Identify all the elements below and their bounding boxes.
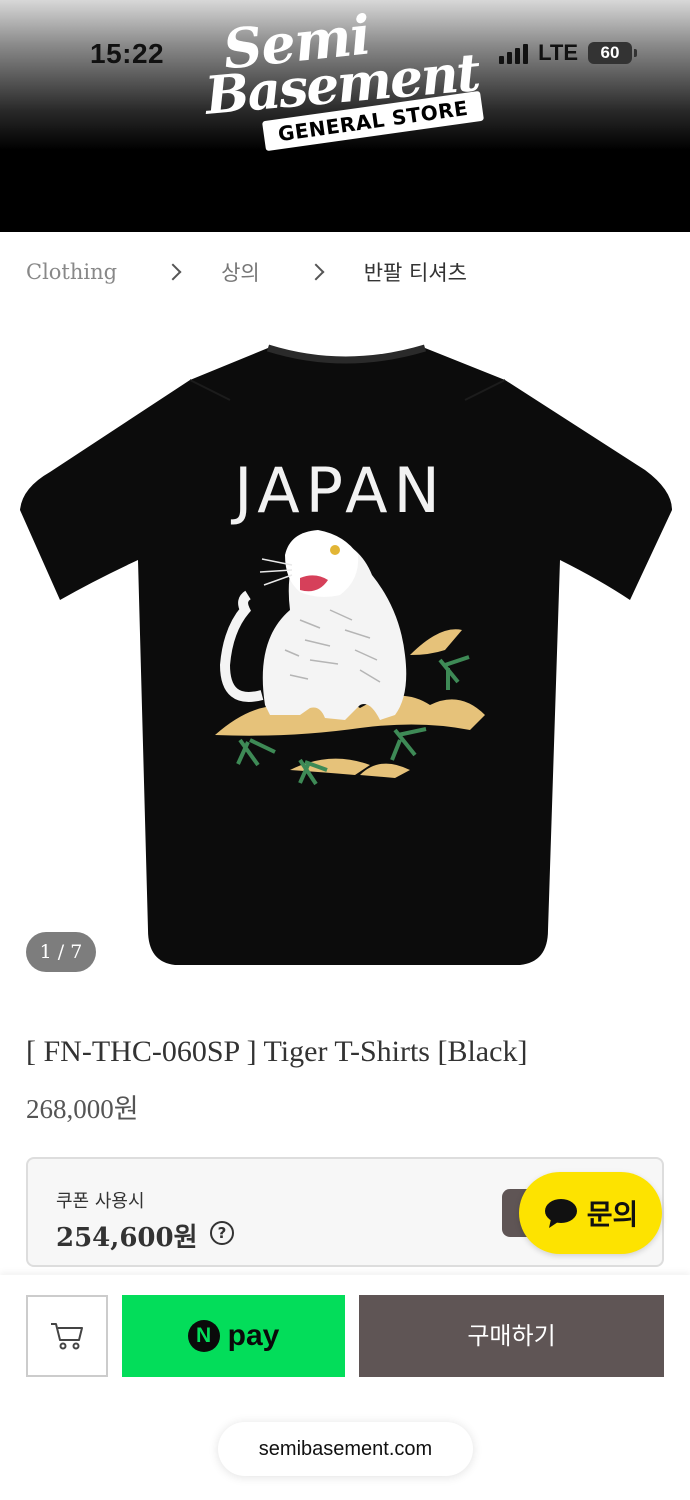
product-image[interactable]: JAPAN [0,310,690,1000]
image-counter: 1 / 7 [26,932,96,972]
coupon-label: 쿠폰 사용시 [56,1191,145,1212]
network-label: LTE [538,40,578,65]
product-name: [ FN-THC-060SP ] Tiger T-Shirts [Black] [26,1035,528,1068]
battery-icon: 60 [588,42,637,64]
product-price: 268,000원 [26,1094,139,1124]
cart-button[interactable] [26,1295,108,1377]
help-icon[interactable]: ? [210,1221,234,1245]
chevron-right-icon [307,263,325,281]
breadcrumb-short-sleeve[interactable]: 반팔 티셔츠 [364,257,467,287]
npay-logo-icon: N [187,1320,220,1352]
store-logo[interactable]: Semi Basement GENERAL STORE [203,2,490,170]
chat-bubble-icon [544,1199,577,1228]
breadcrumb-clothing[interactable]: Clothing [26,260,117,284]
cart-icon [51,1323,83,1350]
buy-button[interactable]: 구매하기 [359,1295,664,1377]
browser-url-bar[interactable]: semibasement.com [218,1422,473,1476]
inquiry-chat-button[interactable]: 문의 [519,1172,662,1254]
npay-label: pay [227,1319,280,1352]
coupon-price: 254,600원 [56,1223,198,1253]
breadcrumb: Clothing 상의 반팔 티셔츠 [0,232,690,312]
chevron-right-icon [164,263,182,281]
signal-icon [499,42,529,64]
header: 15:22 LTE 60 Semi Basement GENERAL STORE [0,0,690,232]
npay-button[interactable]: N pay [122,1295,345,1377]
breadcrumb-tops[interactable]: 상의 [221,257,260,287]
status-indicators: LTE 60 [499,40,637,66]
inquiry-label: 문의 [586,1198,639,1231]
tshirt-illustration: JAPAN [20,344,672,965]
status-time: 15:22 [90,38,165,69]
shirt-print-text: JAPAN [230,454,446,527]
